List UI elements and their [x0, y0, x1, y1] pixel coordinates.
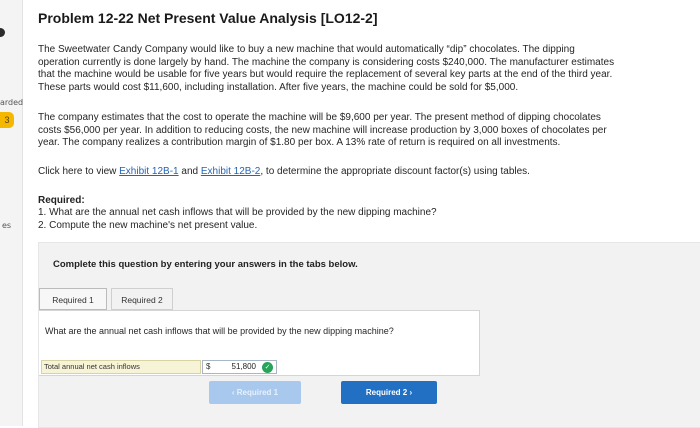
currency-symbol: $: [206, 362, 211, 371]
bullet-dot-icon: [0, 28, 5, 37]
sidebar-label-bottom: es: [2, 221, 12, 230]
paragraph-1-line-3: that the machine would be usable for fiv…: [38, 69, 613, 80]
paragraph-1-line-4: These parts would cost $11,600, includin…: [38, 81, 519, 93]
exhibit-instruction: Click here to view Exhibit 12B-1 and Exh…: [38, 166, 530, 178]
paragraph-2-line-1: The company estimates that the cost to o…: [38, 112, 601, 123]
exhibit-text-after: , to determine the appropriate discount …: [260, 166, 530, 177]
paragraph-1-line-1: The Sweetwater Candy Company would like …: [38, 44, 575, 55]
exhibit-12b-1-link[interactable]: Exhibit 12B-1: [119, 166, 178, 177]
exhibit-text-before: Click here to view: [38, 166, 120, 177]
answer-value: 51,800: [231, 362, 256, 371]
answer-label: Total annual net cash inflows: [41, 360, 201, 374]
required-heading: Required:: [38, 195, 85, 206]
answer-tabs-panel: Complete this question by entering your …: [38, 242, 700, 428]
paragraph-1-line-2: operation currently is done largely by h…: [38, 56, 615, 68]
sidebar-label-top: arded: [0, 98, 24, 107]
answer-row: Total annual net cash inflows $ 51,800 ✓: [39, 360, 289, 375]
previous-required-button[interactable]: ‹ Required 1: [209, 381, 301, 404]
exhibit-text-middle: and: [178, 166, 201, 177]
paragraph-2-line-3: year. The company realizes a contributio…: [38, 137, 561, 148]
question-text: What are the annual net cash inflows tha…: [45, 326, 394, 336]
paragraph-2-line-2: costs $56,000 per year. In addition to r…: [38, 124, 607, 136]
next-required-button[interactable]: Required 2 ›: [341, 381, 437, 404]
tab-required-2[interactable]: Required 2: [111, 288, 173, 310]
sidebar-badge[interactable]: 3: [0, 112, 14, 128]
page-title: Problem 12-22 Net Present Value Analysis…: [38, 10, 378, 26]
tab-required-1[interactable]: Required 1: [39, 288, 107, 310]
exhibit-12b-2-link[interactable]: Exhibit 12B-2: [201, 166, 260, 177]
annual-net-cash-inflows-input[interactable]: $ 51,800 ✓: [202, 360, 277, 374]
check-circle-icon: ✓: [262, 362, 273, 373]
required-item-1: 1. What are the annual net cash inflows …: [38, 207, 437, 218]
left-sidebar-strip: arded 3 es: [0, 0, 23, 426]
complete-instruction: Complete this question by entering your …: [53, 259, 358, 270]
required-item-2: 2. Compute the new machine's net present…: [38, 219, 258, 231]
question-panel: What are the annual net cash inflows tha…: [39, 310, 480, 376]
